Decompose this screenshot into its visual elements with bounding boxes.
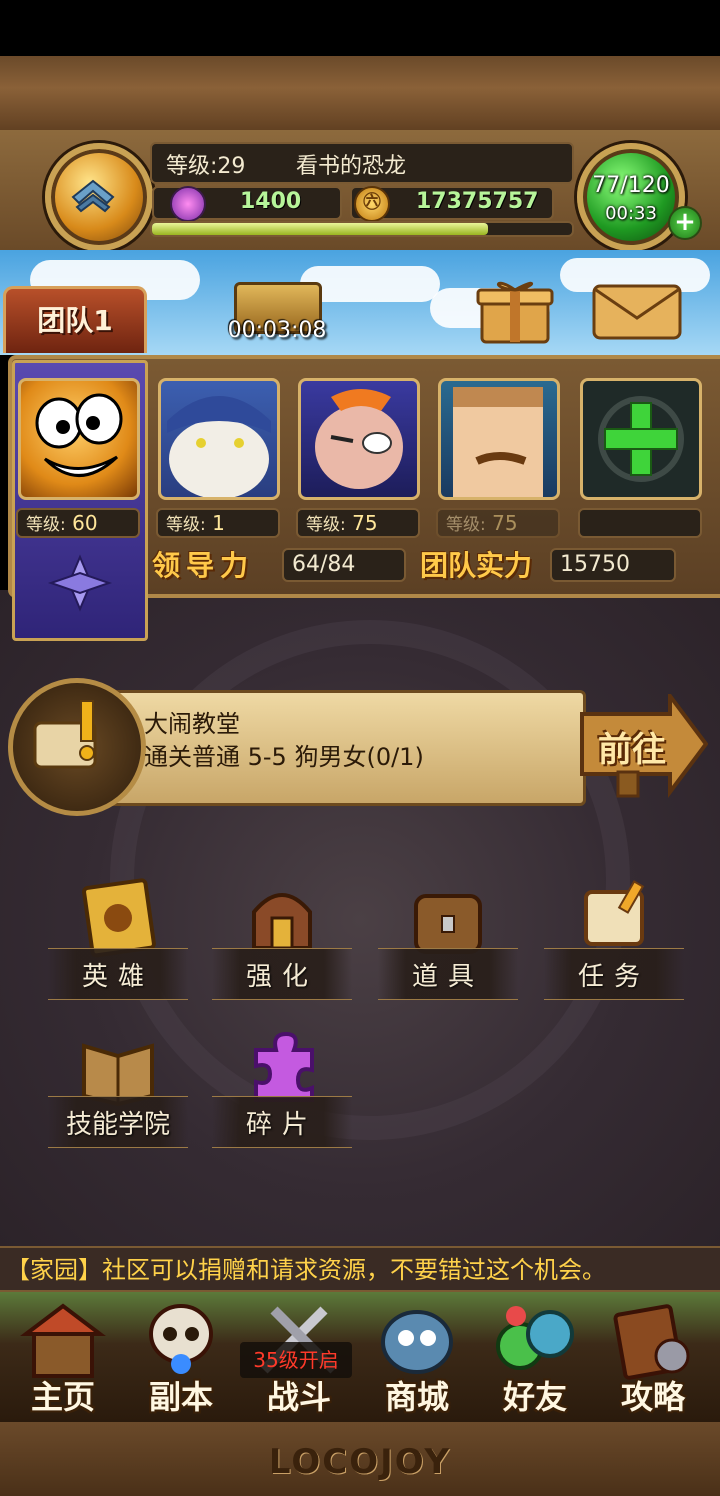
gift-icon[interactable] — [476, 276, 554, 346]
monster-shop-icon — [381, 1310, 453, 1374]
player-level: 等级:29 — [166, 154, 246, 179]
player-name: 看书的恐龙 — [296, 154, 407, 179]
menu-items-label: 道具 — [411, 962, 484, 992]
hero-level-1: 等级: 60 — [16, 508, 140, 538]
menu-fragments[interactable]: 碎片 — [212, 1026, 352, 1156]
add-energy-button[interactable]: + — [668, 206, 702, 240]
menu-heroes[interactable]: 英雄 — [48, 878, 188, 1008]
guide-book-icon — [613, 1304, 690, 1380]
hero-level-5 — [578, 508, 702, 538]
hero-level-2: 等级: 1 — [156, 508, 280, 538]
hero-slot-1[interactable] — [18, 378, 140, 500]
announcement-text: 【家园】社区可以捐赠和请求资源，不要错过这个机会。 — [6, 1256, 606, 1284]
hero-level-3: 等级: 75 — [296, 508, 420, 538]
nav-home[interactable]: 主页 — [4, 1300, 122, 1420]
status-bar — [0, 0, 720, 56]
xp-fill — [152, 223, 488, 235]
gold-coin-icon: ㊅ — [354, 186, 390, 222]
quest-scroll-icon — [8, 678, 146, 816]
puzzle-piece-icon — [254, 1031, 314, 1102]
house-icon — [20, 1303, 106, 1378]
hero-portrait — [167, 396, 271, 497]
emblem-icon — [47, 554, 113, 612]
menu-skill-academy-label: 技能学院 — [65, 1110, 170, 1140]
battle-lock-badge: 35级开启 — [240, 1342, 352, 1378]
mail-icon[interactable] — [592, 284, 682, 340]
nav-friends[interactable]: 好友 — [476, 1300, 594, 1420]
hero-portrait — [315, 389, 403, 489]
add-hero-slot[interactable] — [580, 378, 702, 500]
nav-shop-label: 商城 — [384, 1378, 449, 1416]
enhance-helmet-icon — [252, 893, 312, 950]
name-bar: 等级:29 看书的恐龙 — [150, 142, 574, 184]
nav-dungeon[interactable]: 副本 — [122, 1300, 240, 1420]
menu-items[interactable]: 道具 — [378, 878, 518, 1008]
hero-book-icon — [82, 878, 156, 958]
menu-quests[interactable]: 任务 — [544, 878, 684, 1008]
hero-slot-2[interactable] — [158, 378, 280, 500]
quest-description: 通关普通 5-5 狗男女(0/1) — [144, 743, 424, 771]
nav-friends-label: 好友 — [502, 1378, 567, 1416]
hero-level-4: 等级: 75 — [436, 508, 560, 538]
xp-bar — [150, 221, 574, 237]
quest-scroll-icon — [584, 880, 645, 946]
add-hero-icon — [598, 396, 684, 482]
energy-value: 77/120 — [592, 173, 670, 198]
nav-battle-label: 战斗 — [266, 1378, 331, 1416]
hero-portrait — [35, 393, 123, 477]
gold-amount: 17375757 — [416, 189, 539, 214]
hero-portrait — [453, 387, 543, 497]
menu-heroes-label: 英雄 — [81, 962, 154, 992]
menu-skill-academy[interactable]: 技能学院 — [48, 1026, 188, 1156]
chest-timer: 00:03:08 — [227, 318, 327, 343]
menu-quests-label: 任务 — [577, 962, 650, 992]
top-decoration — [0, 56, 720, 136]
items-bag-icon — [414, 894, 482, 954]
rank-orb-button[interactable] — [45, 143, 153, 251]
team-tab[interactable]: 团队1 — [3, 286, 147, 353]
rank-chevron-icon — [71, 179, 115, 213]
energy-orb: 77/120 00:33 — [577, 143, 685, 251]
leadership-value: 64/84 — [282, 548, 406, 582]
hero-slot-3[interactable] — [298, 378, 420, 500]
team-power-label: 团队实力 — [420, 549, 533, 582]
skill-book-icon — [82, 1043, 154, 1106]
menu-fragments-label: 碎片 — [245, 1110, 318, 1140]
skull-icon — [149, 1304, 213, 1374]
gem-amount: 1400 — [240, 189, 302, 214]
leadership-label: 领导力 — [152, 549, 255, 582]
go-button-label[interactable]: 前往 — [598, 722, 666, 771]
energy-timer: 00:33 — [605, 203, 657, 224]
locojoy-logo: LOCOJOY — [268, 1442, 452, 1482]
nav-guide[interactable]: 攻略 — [594, 1300, 712, 1420]
quest-title: 大闹教堂 — [144, 710, 240, 738]
nav-guide-label: 攻略 — [620, 1378, 685, 1416]
gem-icon — [170, 186, 206, 222]
menu-enhance-label: 强化 — [245, 962, 318, 992]
nav-shop[interactable]: 商城 — [358, 1300, 476, 1420]
team-power-value: 15750 — [550, 548, 676, 582]
nav-home-label: 主页 — [30, 1378, 95, 1416]
nav-dungeon-label: 副本 — [148, 1378, 213, 1416]
friends-icon — [496, 1306, 574, 1370]
menu-enhance[interactable]: 强化 — [212, 878, 352, 1008]
hero-slot-4[interactable] — [438, 378, 560, 500]
